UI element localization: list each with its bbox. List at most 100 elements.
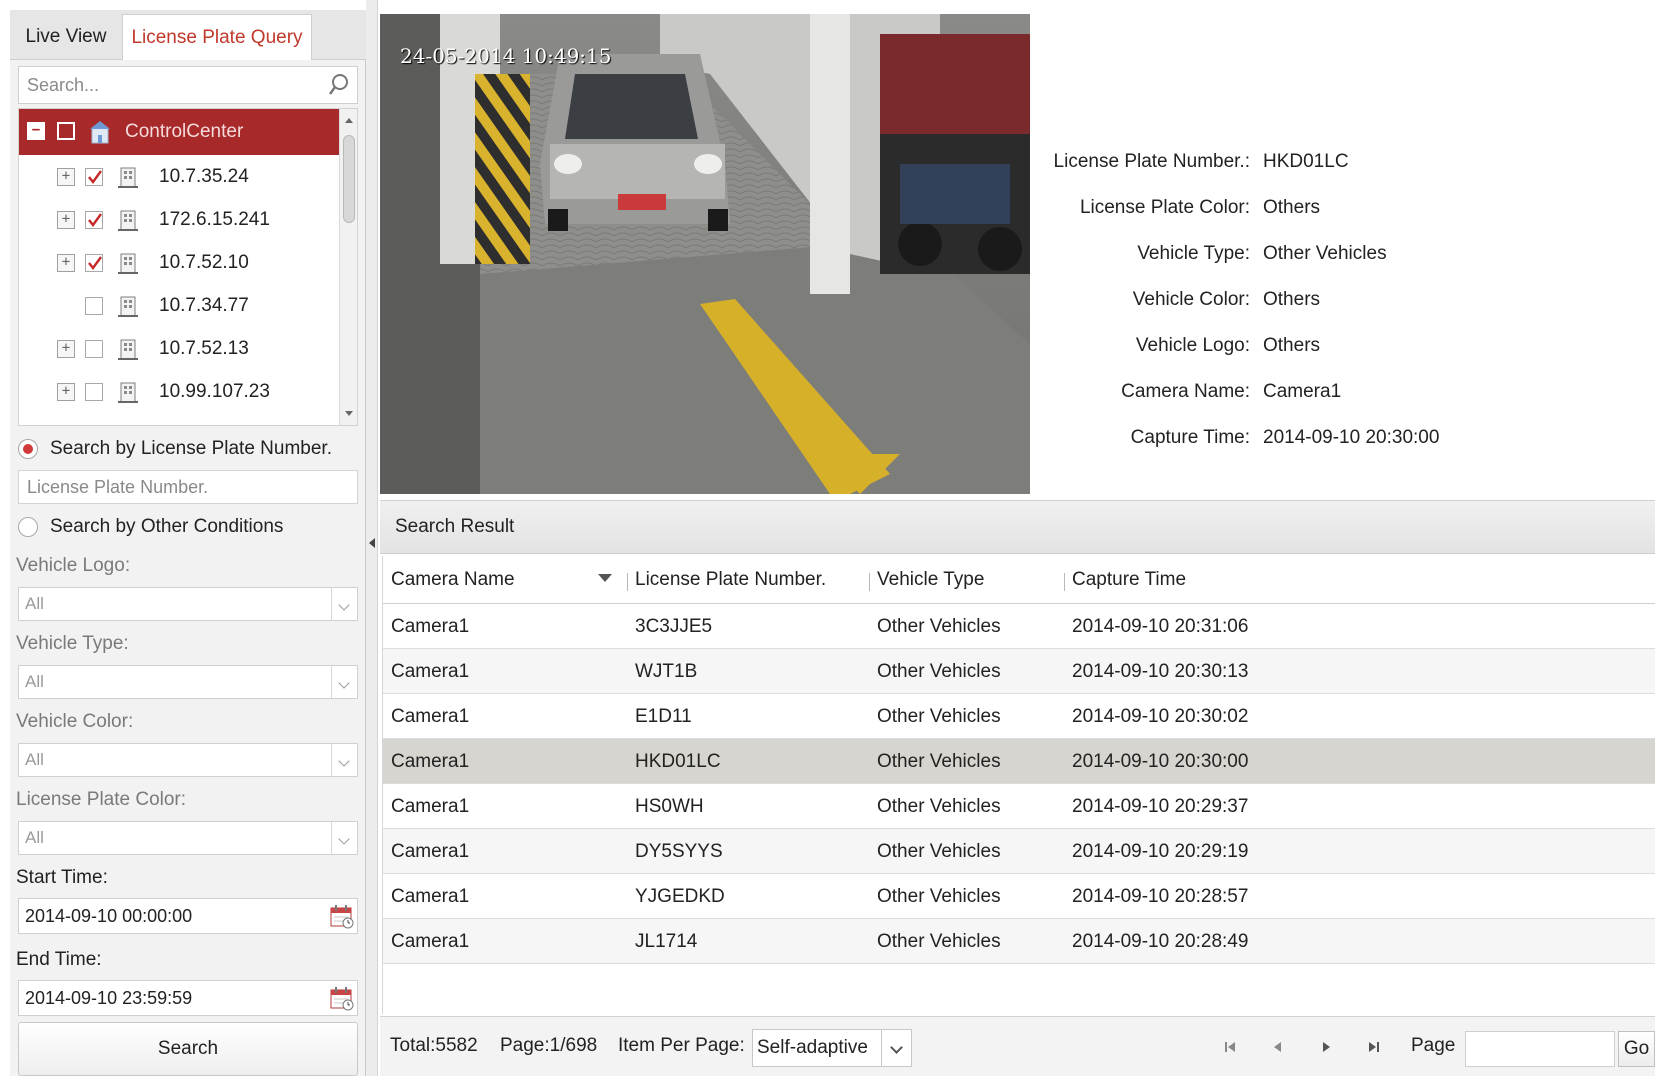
- tree-scrollbar[interactable]: [339, 109, 357, 425]
- page-indicator: Page:1/698: [500, 1035, 598, 1056]
- scroll-up-icon[interactable]: [345, 118, 353, 123]
- pagination-bar: Total:5582 Page:1/698 Item Per Page: Sel…: [380, 1016, 1655, 1076]
- plate-color-label: License Plate Color:: [16, 789, 187, 810]
- scroll-thumb[interactable]: [343, 135, 355, 223]
- radio-search-by-other[interactable]: Search by Other Conditions: [18, 510, 358, 544]
- tree-item-device[interactable]: + 10.99.107.23: [19, 370, 339, 414]
- expand-icon[interactable]: +: [57, 168, 75, 186]
- vehicle-type-select[interactable]: All: [18, 665, 358, 699]
- tree-root-controlcenter[interactable]: − ControlCenter: [19, 109, 339, 155]
- radio-button-selected[interactable]: [18, 439, 38, 459]
- chevron-left-icon[interactable]: [369, 538, 375, 548]
- cell-capture-time: 2014-09-10 20:30:13: [1072, 661, 1249, 682]
- device-tree: − ControlCenter + 10.7.35.24 + 172.6.15.…: [18, 108, 358, 426]
- go-button[interactable]: Go: [1618, 1031, 1655, 1067]
- table-row[interactable]: Camera1 JL1714 Other Vehicles 2014-09-10 20…: [383, 919, 1655, 964]
- cell-vehicle-type: Other Vehicles: [877, 841, 1001, 862]
- tree-item-device[interactable]: + 10.7.52.13: [19, 327, 339, 371]
- tree-item-device[interactable]: + 10.7.52.10: [19, 241, 339, 285]
- table-row[interactable]: Camera1 E1D11 Other Vehicles 2014-09-10 20:…: [383, 694, 1655, 739]
- chevron-down-icon[interactable]: [881, 1030, 911, 1066]
- last-page-icon[interactable]: [1366, 1039, 1382, 1055]
- device-checkbox[interactable]: [85, 383, 103, 401]
- column-header-capture-time[interactable]: Capture Time: [1072, 556, 1186, 604]
- table-row[interactable]: Camera1 3C3JJE5 Other Vehicles 2014-09-10 2…: [383, 604, 1655, 649]
- item-per-page-label: Item Per Page:: [618, 1035, 745, 1056]
- chevron-down-icon[interactable]: [331, 666, 357, 698]
- page-number-input[interactable]: [1465, 1031, 1615, 1067]
- collapse-icon[interactable]: −: [27, 122, 45, 140]
- next-page-icon[interactable]: [1318, 1039, 1334, 1055]
- tab-license-plate-query[interactable]: License Plate Query: [122, 14, 312, 60]
- sort-desc-icon[interactable]: [598, 574, 612, 582]
- radio-label: Search by License Plate Number.: [50, 438, 332, 459]
- radio-search-by-plate[interactable]: Search by License Plate Number.: [18, 432, 358, 466]
- search-button[interactable]: Search: [18, 1022, 358, 1076]
- device-checkbox[interactable]: [85, 211, 103, 229]
- expand-icon[interactable]: +: [57, 211, 75, 229]
- tree-item-label: 10.7.35.24: [159, 166, 249, 187]
- start-time-label: Start Time:: [16, 867, 108, 888]
- device-checkbox[interactable]: [85, 168, 103, 186]
- building-icon: [118, 253, 138, 274]
- tree-item-device[interactable]: + 172.6.15.241: [19, 198, 339, 242]
- column-header-plate-number[interactable]: License Plate Number.: [635, 556, 826, 604]
- table-row[interactable]: Camera1 HS0WH Other Vehicles 2014-09-10 20:…: [383, 784, 1655, 829]
- vehicle-logo-select[interactable]: All: [18, 587, 358, 621]
- table-row[interactable]: Camera1 WJT1B Other Vehicles 2014-09-10 20:…: [383, 649, 1655, 694]
- expand-icon[interactable]: +: [57, 340, 75, 358]
- column-separator[interactable]: [627, 573, 628, 591]
- chevron-down-icon[interactable]: [331, 744, 357, 776]
- cell-plate-number: DY5SYYS: [635, 841, 723, 862]
- previous-page-icon[interactable]: [1270, 1039, 1286, 1055]
- tree-item-device[interactable]: 10.7.34.77: [19, 284, 339, 328]
- chevron-down-icon[interactable]: [331, 588, 357, 620]
- first-page-icon[interactable]: [1222, 1039, 1238, 1055]
- total-count: Total:5582: [390, 1035, 478, 1056]
- control-center-icon: [90, 121, 110, 144]
- device-checkbox[interactable]: [85, 340, 103, 358]
- cell-camera-name: Camera1: [391, 706, 470, 727]
- cell-vehicle-type: Other Vehicles: [877, 886, 1001, 907]
- tab-live-view[interactable]: Live View: [10, 14, 122, 60]
- item-per-page-select[interactable]: Self-adaptive: [752, 1029, 912, 1067]
- expand-icon[interactable]: +: [57, 254, 75, 272]
- table-row[interactable]: Camera1 YJGEDKD Other Vehicles 2014-09-10 2…: [383, 874, 1655, 919]
- cell-plate-number: 3C3JJE5: [635, 616, 713, 637]
- plate-number-input[interactable]: [19, 471, 357, 503]
- tree-item-device[interactable]: + 10.7.35.24: [19, 155, 339, 199]
- end-time-label: End Time:: [16, 949, 102, 970]
- cell-vehicle-type: Other Vehicles: [877, 751, 1001, 772]
- detail-label: Camera Name:: [1121, 381, 1250, 402]
- chevron-down-icon[interactable]: [331, 822, 357, 854]
- tree-root-checkbox[interactable]: [57, 122, 75, 140]
- device-checkbox[interactable]: [85, 254, 103, 272]
- detail-value: Camera1: [1263, 381, 1342, 402]
- column-separator[interactable]: [1064, 573, 1065, 591]
- radio-button[interactable]: [18, 517, 38, 537]
- search-icon[interactable]: [325, 71, 353, 99]
- table-row[interactable]: Camera1 HKD01LC Other Vehicles 2014-09-10 2…: [383, 739, 1655, 784]
- column-header-vehicle-type[interactable]: Vehicle Type: [877, 556, 984, 604]
- start-time-field[interactable]: 2014-09-10 00:00:00: [18, 898, 358, 934]
- device-search-input[interactable]: [19, 67, 319, 103]
- panel-collapse-handle[interactable]: [366, 0, 378, 1076]
- end-time-field[interactable]: 2014-09-10 23:59:59: [18, 980, 358, 1016]
- calendar-icon[interactable]: [329, 985, 355, 1011]
- calendar-icon[interactable]: [329, 903, 355, 929]
- table-row[interactable]: Camera1 DY5SYYS Other Vehicles 2014-09-10 2…: [383, 829, 1655, 874]
- cell-camera-name: Camera1: [391, 841, 470, 862]
- column-header-camera-name[interactable]: Camera Name: [391, 556, 515, 604]
- select-value: All: [25, 594, 44, 613]
- cell-camera-name: Camera1: [391, 931, 470, 952]
- scroll-down-icon[interactable]: [345, 411, 353, 416]
- plate-color-select[interactable]: All: [18, 821, 358, 855]
- expand-icon[interactable]: +: [57, 383, 75, 401]
- vehicle-logo-label: Vehicle Logo:: [16, 555, 131, 576]
- cell-camera-name: Camera1: [391, 616, 470, 637]
- column-separator[interactable]: [869, 573, 870, 591]
- cell-camera-name: Camera1: [391, 886, 470, 907]
- vehicle-color-select[interactable]: All: [18, 743, 358, 777]
- detail-camera-name: Camera Name: Camera1: [1032, 381, 1632, 411]
- device-checkbox[interactable]: [85, 297, 103, 315]
